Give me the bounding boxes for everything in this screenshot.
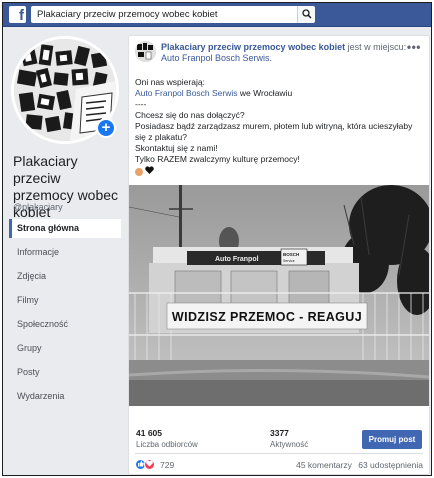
divider — [135, 453, 423, 454]
search-icon — [302, 9, 312, 19]
post-author-link[interactable]: Plakaciary przeciw przemocy wobec kobiet — [161, 42, 345, 52]
engagement-label: Aktywność — [270, 440, 309, 449]
plus-icon: + — [101, 119, 111, 136]
followers-value: 41 605 — [136, 428, 162, 438]
nav-item-groups[interactable]: Grupy — [9, 339, 121, 358]
post-line: Skontaktuj się z nami! — [135, 143, 218, 153]
shares-count[interactable]: 63 udostępnienia — [358, 460, 423, 470]
banner-text: WIDZISZ PRZEMOC - REAGUJ — [172, 310, 362, 324]
page-handle[interactable]: @plakaciary — [13, 202, 63, 212]
top-bar: f Plakaciary przeciw przemocy wobec kobi… — [3, 3, 431, 27]
reactions-count: 729 — [160, 460, 175, 470]
nav-item-events[interactable]: Wydarzenia — [9, 387, 121, 406]
nav-item-posts[interactable]: Posty — [9, 363, 121, 382]
svg-text:Auto Franpol: Auto Franpol — [215, 256, 259, 263]
svg-text:Service: Service — [283, 259, 295, 263]
post-line: Auto Franpol Bosch Serwis we Wrocławiu — [135, 88, 427, 99]
nav-item-community[interactable]: Społeczność — [9, 315, 121, 334]
post-card: Plakaciary przeciw przemocy wobec kobiet… — [128, 35, 430, 475]
search-input[interactable]: Plakaciary przeciw przemocy wobec kobiet — [31, 6, 297, 23]
post-author-avatar[interactable] — [135, 41, 156, 62]
facebook-logo-icon[interactable]: f — [9, 6, 26, 23]
garage-photo: Auto Franpol BOSCH Service WIDZISZ PRZEM… — [129, 185, 429, 406]
location-prefix: jest w miejscu: — [347, 42, 407, 52]
post-line: Chcesz się do nas dołączyć? — [135, 110, 245, 120]
post-line-suffix: we Wrocławiu — [239, 88, 293, 98]
black-heart-icon — [145, 166, 155, 177]
post-line: Tylko RAZEM zwalczymy kulturę przemocy! — [135, 154, 300, 164]
add-photo-button[interactable]: + — [96, 118, 116, 138]
post-location-link[interactable]: Auto Franpol Bosch Serwis. — [161, 53, 272, 63]
nav-item-videos[interactable]: Filmy — [9, 291, 121, 310]
nav-item-about[interactable]: Informacje — [9, 243, 121, 262]
mentioned-page-link[interactable]: Auto Franpol Bosch Serwis — [135, 88, 238, 98]
post-photo[interactable]: Auto Franpol BOSCH Service WIDZISZ PRZEM… — [129, 185, 429, 406]
comments-count[interactable]: 45 komentarzy — [296, 460, 352, 470]
page-navigation: Strona główna Informacje Zdjęcia Filmy S… — [9, 219, 121, 411]
post-line: się z plakatu? — [135, 132, 187, 142]
engagement-counts: 45 komentarzy 63 udostępnienia — [292, 460, 423, 470]
nav-item-home[interactable]: Strona główna — [9, 219, 121, 238]
nav-item-photos[interactable]: Zdjęcia — [9, 267, 121, 286]
post-options-icon[interactable]: ••• — [407, 40, 421, 54]
post-body: Oni nas wspierają: Auto Franpol Bosch Se… — [135, 77, 427, 177]
flexed-arm-emoji-icon — [135, 167, 143, 176]
svg-text:BOSCH: BOSCH — [283, 252, 299, 257]
promote-post-button[interactable]: Promuj post — [362, 430, 422, 449]
post-header: Plakaciary przeciw przemocy wobec kobiet… — [161, 42, 411, 64]
letters-collage-thumbnail — [135, 41, 156, 62]
app-frame: f Plakaciary przeciw przemocy wobec kobi… — [2, 2, 432, 476]
followers-label: Liczba odbiorców — [136, 440, 198, 449]
search-button[interactable] — [297, 6, 315, 23]
engagement-value: 3377 — [270, 428, 289, 438]
emoji-row — [135, 166, 427, 177]
post-line: ---- — [135, 99, 147, 109]
love-icon — [144, 459, 155, 470]
post-line: Oni nas wspierają: — [135, 77, 205, 87]
post-line: Posiadasz bądź zarządzasz murem, płotem … — [135, 121, 413, 131]
